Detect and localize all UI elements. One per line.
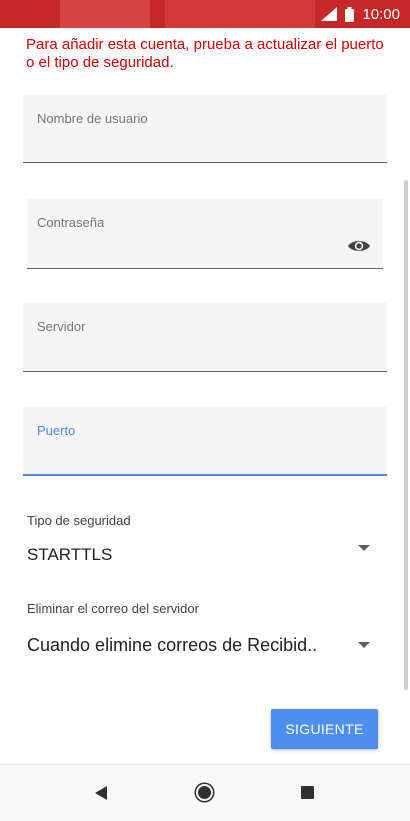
battery-icon: [345, 6, 355, 22]
status-icons: 10:00: [321, 0, 400, 28]
password-label: Contraseña: [37, 215, 105, 230]
delete-from-server-value: Cuando elimine correos de Recibid..: [27, 635, 318, 655]
home-icon[interactable]: [196, 784, 213, 801]
navigation-bar: [0, 764, 410, 821]
security-type-dropdown[interactable]: STARTTLS: [20, 535, 390, 575]
security-type-label: Tipo de seguridad: [27, 513, 131, 528]
status-bar: 10:00: [0, 0, 410, 28]
password-field[interactable]: Contraseña: [27, 199, 383, 269]
username-label: Nombre de usuario: [37, 111, 148, 126]
port-field[interactable]: Puerto: [23, 407, 387, 476]
error-message: Para añadir esta cuenta, prueba a actual…: [26, 36, 384, 71]
status-time: 10:00: [362, 5, 400, 23]
back-icon[interactable]: [95, 786, 107, 800]
scrollbar[interactable]: [404, 180, 408, 690]
status-bar-decoration: [60, 0, 150, 28]
signal-icon: [321, 7, 338, 21]
next-button[interactable]: SIGUIENTE: [271, 709, 378, 749]
username-field[interactable]: Nombre de usuario: [23, 95, 387, 163]
delete-from-server-label: Eliminar el correo del servidor: [27, 601, 199, 616]
chevron-down-icon: [358, 545, 370, 551]
delete-from-server-dropdown[interactable]: Cuando elimine correos de Recibid..: [20, 625, 390, 665]
port-label: Puerto: [37, 423, 76, 438]
status-bar-decoration: [165, 0, 315, 28]
recents-icon[interactable]: [301, 786, 314, 799]
security-type-value: STARTTLS: [27, 545, 113, 564]
server-field[interactable]: Servidor: [23, 303, 387, 372]
server-label: Servidor: [37, 319, 86, 334]
chevron-down-icon: [358, 642, 370, 648]
eye-icon[interactable]: [347, 239, 371, 253]
